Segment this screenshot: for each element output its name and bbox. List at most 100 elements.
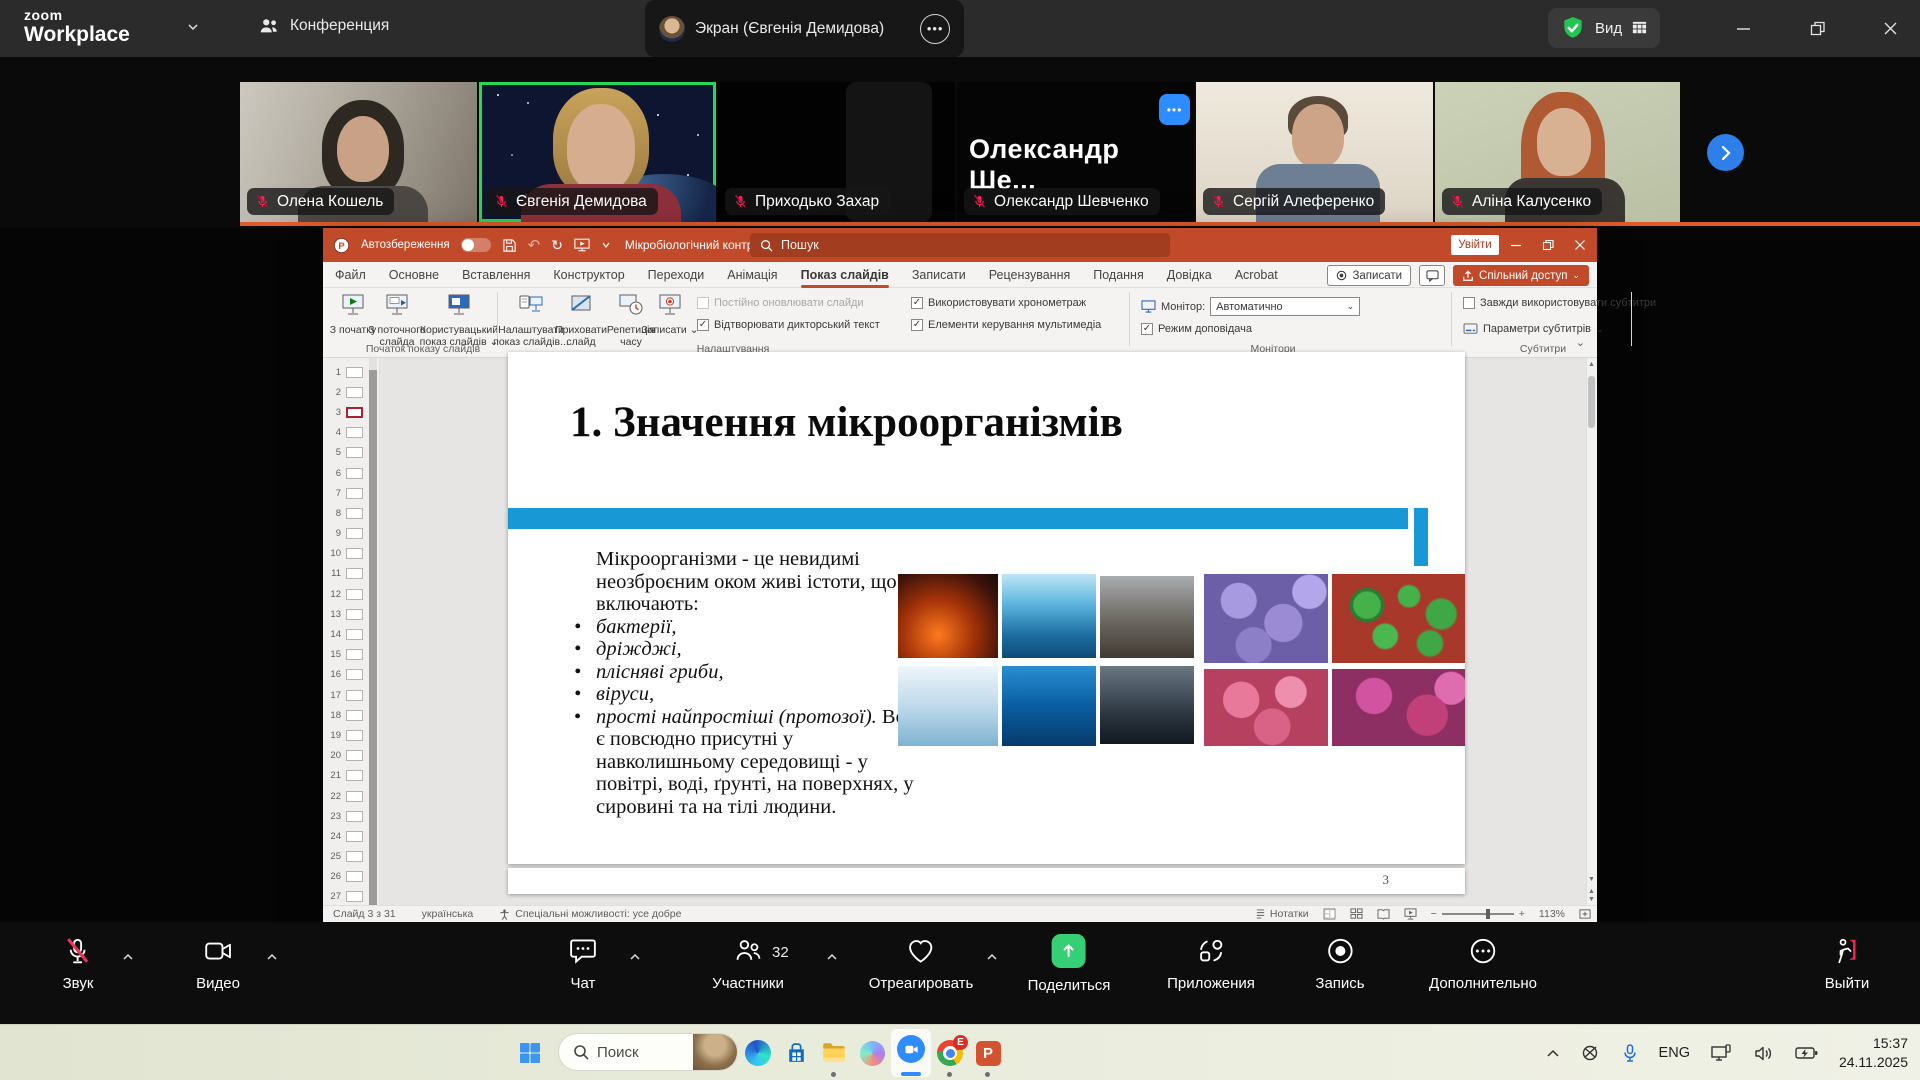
status-language[interactable]: українська	[422, 908, 474, 920]
video-tile-alina[interactable]: Аліна Калусенко	[1435, 82, 1680, 222]
cast-display-icon[interactable]	[1711, 1044, 1733, 1062]
status-accessibility[interactable]: Спеціальні можливості: усе добре	[499, 908, 681, 920]
react-button[interactable]: Отреагировать	[869, 936, 974, 992]
undo-icon[interactable]: ↶	[528, 236, 541, 254]
menu-design[interactable]: Конструктор	[553, 262, 624, 288]
save-icon[interactable]	[502, 238, 517, 253]
mic-in-use-icon[interactable]	[1622, 1044, 1638, 1062]
video-tile-olena[interactable]: Олена Кошель	[240, 82, 477, 222]
scroll-down-icon[interactable]: ▼	[1586, 876, 1597, 883]
taskbar-search[interactable]: Поиск	[558, 1033, 738, 1071]
file-explorer-icon[interactable]	[820, 1039, 848, 1067]
qat-more-icon[interactable]	[601, 240, 611, 250]
menu-slideshow[interactable]: Показ слайдів	[801, 262, 889, 288]
thumbnail-scrollbar-thumb[interactable]	[369, 370, 377, 905]
zoom-in-icon[interactable]: +	[1519, 908, 1525, 920]
audio-button[interactable]: Звук	[63, 936, 94, 992]
hidden-icons-chevron[interactable]	[1546, 1048, 1560, 1058]
menu-help[interactable]: Довідка	[1167, 262, 1212, 288]
apps-button[interactable]: Приложения	[1167, 936, 1255, 992]
normal-view-icon[interactable]	[1323, 908, 1336, 920]
ppt-close-button[interactable]	[1567, 232, 1593, 258]
canvas-scrollbar-thumb[interactable]	[1588, 376, 1595, 428]
chrome-icon[interactable]: E	[936, 1039, 964, 1067]
monitor-selector[interactable]: Монітор: Автоматично⌄	[1141, 297, 1360, 316]
tab-more-options-icon[interactable]: •••	[920, 14, 950, 44]
next-slide-icon[interactable]: ▼	[1586, 896, 1597, 903]
zoom-slider[interactable]: − +	[1431, 908, 1525, 920]
edge-icon[interactable]	[744, 1039, 772, 1067]
taskbar-clock[interactable]: 15:37 24.11.2025	[1839, 1034, 1908, 1072]
record-button[interactable]: Запись	[1315, 936, 1364, 992]
language-indicator[interactable]: ENG	[1659, 1045, 1690, 1061]
comments-button[interactable]	[1419, 265, 1445, 286]
checkbox-media-controls[interactable]: ✓Елементи керування мультимедіа	[911, 319, 1101, 331]
menu-home[interactable]: Основне	[389, 262, 439, 288]
reading-view-icon[interactable]	[1377, 908, 1390, 920]
video-tile-serhii[interactable]: Сергій Алеференко	[1196, 82, 1433, 222]
zoom-app-icon[interactable]	[897, 1035, 925, 1063]
menu-file[interactable]: Файл	[335, 262, 366, 288]
scroll-up-icon[interactable]: ▲	[1586, 361, 1597, 368]
canvas-scrollbar[interactable]	[1586, 358, 1597, 905]
sign-in-button[interactable]: Увійти	[1451, 235, 1499, 255]
monitor-dropdown[interactable]: Автоматично⌄	[1210, 297, 1360, 316]
share-access-button[interactable]: Спільний доступ ⌄	[1453, 265, 1589, 286]
workspace-chevron-down-icon[interactable]	[186, 20, 200, 37]
menu-acrobat[interactable]: Acrobat	[1235, 262, 1278, 288]
tab-screen-share[interactable]: Экран (Євгенія Демидова) •••	[645, 0, 964, 57]
checkbox-keep-slides-updated[interactable]: ✓Постійно оновлювати слайди	[697, 297, 864, 309]
ppt-search-box[interactable]: Пошук	[750, 233, 1170, 257]
redo-icon[interactable]: ↻	[551, 237, 563, 254]
checkbox-always-subtitles[interactable]: ✓Завжди використовувати субтитри	[1463, 297, 1656, 309]
notes-button[interactable]: Нотатки	[1255, 908, 1309, 920]
slide-sorter-icon[interactable]	[1350, 908, 1363, 920]
fit-to-window-icon[interactable]	[1579, 908, 1591, 920]
zoom-level[interactable]: 113%	[1539, 908, 1565, 920]
video-options-chevron[interactable]	[266, 948, 278, 966]
chat-button[interactable]: Чат	[568, 936, 598, 992]
camera-blocked-icon[interactable]	[1581, 1044, 1601, 1062]
slideshow-view-icon[interactable]	[1404, 908, 1417, 920]
previous-slide-icon[interactable]: ▲	[1586, 888, 1597, 895]
video-button[interactable]: Видео	[196, 936, 240, 992]
autosave-toggle[interactable]	[461, 238, 491, 252]
checkbox-presenter-view[interactable]: ✓Режим доповідача	[1141, 323, 1252, 335]
menu-review[interactable]: Рецензування	[989, 262, 1070, 288]
react-options-chevron[interactable]	[986, 948, 998, 966]
more-button[interactable]: Дополнительно	[1429, 936, 1537, 992]
zoom-out-icon[interactable]: −	[1431, 908, 1437, 920]
checkbox-use-timings[interactable]: ✓Використовувати хронометраж	[911, 297, 1086, 309]
menu-record[interactable]: Записати	[912, 262, 966, 288]
checkbox-play-narrations[interactable]: ✓Відтворювати дикторський текст	[697, 319, 880, 331]
window-minimize-button[interactable]	[1729, 14, 1757, 42]
ppt-record-button[interactable]: Записати	[1327, 265, 1411, 286]
start-slideshow-icon[interactable]	[574, 238, 590, 252]
chat-options-chevron[interactable]	[629, 948, 641, 966]
window-restore-button[interactable]	[1803, 14, 1831, 42]
powerpoint-taskbar-icon[interactable]: P	[974, 1039, 1002, 1067]
ppt-minimize-button[interactable]	[1503, 232, 1529, 258]
subtitle-settings-button[interactable]: Параметри субтитрів⌄	[1463, 323, 1604, 335]
ribbon-record-button[interactable]: Записати ⌄	[641, 293, 699, 336]
collapse-ribbon-icon[interactable]: ⌄	[1576, 336, 1585, 349]
slide-3[interactable]: 1. Значення мікроорганізмів Мікроорганіз…	[508, 352, 1465, 864]
speaker-icon[interactable]	[1754, 1045, 1774, 1062]
video-tile-oleksandr[interactable]: Олександр Ше... ••• Олександр Шевченко	[957, 82, 1194, 222]
participants-options-chevron[interactable]	[826, 948, 838, 966]
start-button[interactable]	[516, 1039, 544, 1067]
store-icon[interactable]	[782, 1039, 810, 1067]
menu-animations[interactable]: Анімація	[727, 262, 777, 288]
video-tile-prykhodko[interactable]: Приходько Захар	[718, 82, 955, 222]
copilot-icon[interactable]	[858, 1039, 886, 1067]
tile-more-options-icon[interactable]: •••	[1159, 94, 1190, 125]
menu-insert[interactable]: Вставлення	[462, 262, 530, 288]
tab-conference[interactable]: Конференция	[258, 15, 389, 37]
menu-view[interactable]: Подання	[1093, 262, 1143, 288]
window-close-button[interactable]	[1876, 14, 1904, 42]
video-tile-yevheniia[interactable]: Євгенія Демидова	[479, 82, 716, 222]
ppt-restore-button[interactable]	[1535, 232, 1561, 258]
share-screen-button[interactable]: Поделиться	[1028, 934, 1111, 994]
audio-options-chevron[interactable]	[122, 948, 134, 966]
view-control[interactable]: Вид	[1548, 8, 1660, 48]
